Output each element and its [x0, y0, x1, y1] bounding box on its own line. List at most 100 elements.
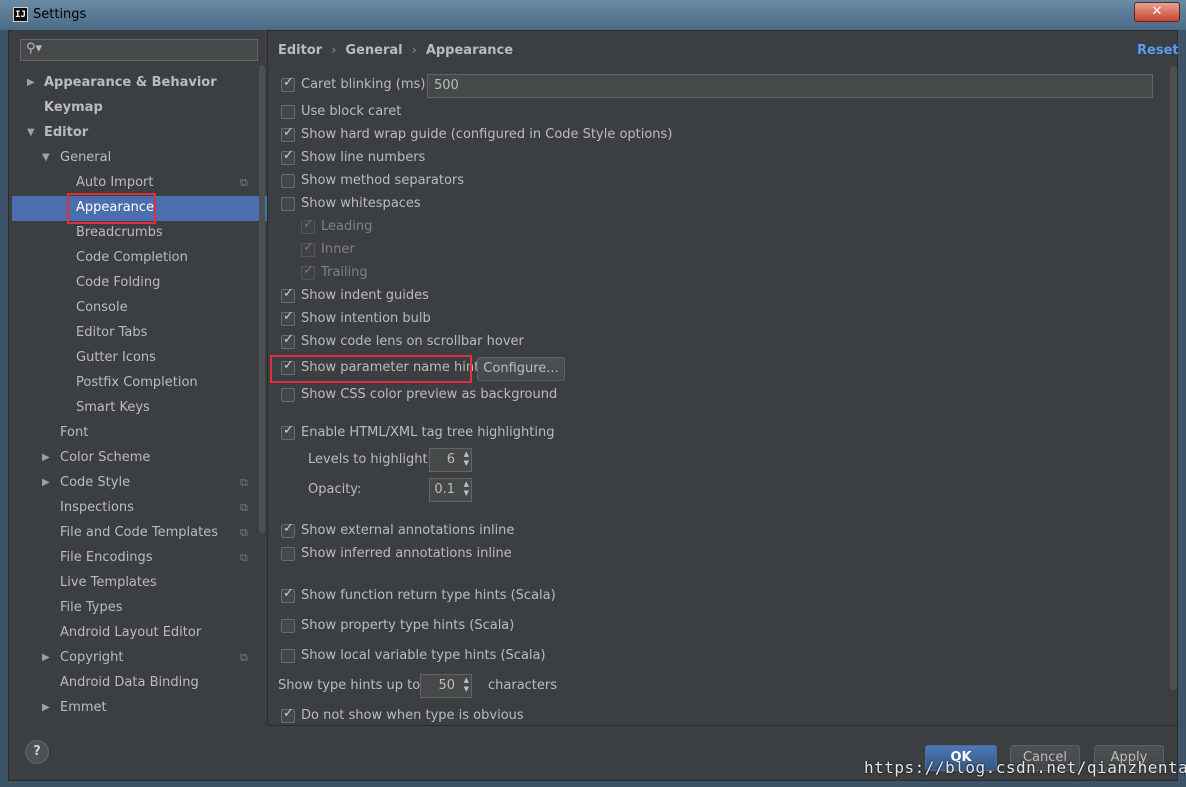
code-lens-checkbox[interactable] — [281, 332, 295, 349]
highlight-box-appearance — [67, 193, 156, 224]
sidebar-item-inspections[interactable]: Inspections — [60, 495, 134, 520]
characters-label: characters — [488, 678, 558, 693]
sidebar-item-android-layout-editor[interactable]: Android Layout Editor — [60, 620, 201, 645]
expanded-arrow-icon[interactable]: ▼ — [42, 145, 50, 170]
search-field[interactable] — [47, 40, 256, 60]
close-button[interactable]: ✕ — [1134, 2, 1180, 22]
levels-spinner[interactable]: 6 ▲ ▼ — [429, 448, 472, 472]
hard-wrap-checkbox[interactable] — [281, 125, 295, 142]
sidebar-item-auto-import[interactable]: Auto Import — [76, 170, 153, 195]
sidebar-item-editor[interactable]: Editor — [44, 120, 88, 145]
configure-button[interactable]: Configure... — [477, 357, 565, 381]
code-lens-label: Show code lens on scrollbar hover — [301, 334, 524, 349]
breadcrumb: Editor › General › Appearance — [278, 43, 513, 58]
css-color-checkbox[interactable] — [281, 388, 295, 402]
breadcrumb-separator: › — [411, 43, 417, 58]
sidebar-item-file-encodings[interactable]: File Encodings — [60, 545, 153, 570]
reset-link[interactable]: Reset — [1137, 43, 1179, 58]
opacity-spinner[interactable]: 0.1 ▲ ▼ — [429, 478, 472, 502]
breadcrumb-separator: › — [331, 43, 337, 58]
sidebar-item-code-folding[interactable]: Code Folding — [76, 270, 160, 295]
project-level-icon: ⧉ — [240, 551, 248, 564]
block-caret-checkbox[interactable] — [281, 105, 295, 119]
sidebar-item-appearance-behavior[interactable]: Appearance & Behavior — [44, 70, 217, 95]
sidebar-item-file-and-code-templates[interactable]: File and Code Templates — [60, 520, 218, 545]
sidebar-item-gutter-icons[interactable]: Gutter Icons — [76, 345, 156, 370]
search-input[interactable]: ⚲▾ — [20, 39, 258, 61]
sidebar-item-console[interactable]: Console — [76, 295, 128, 320]
help-icon[interactable]: ? — [25, 740, 49, 764]
collapsed-arrow-icon[interactable]: ▶ — [42, 445, 50, 470]
method-separators-label: Show method separators — [301, 173, 465, 188]
leading-label: Leading — [321, 219, 373, 234]
main-scrollbar[interactable] — [1170, 66, 1177, 690]
tag-tree-checkbox[interactable] — [281, 423, 295, 440]
sidebar-item-code-style[interactable]: Code Style — [60, 470, 130, 495]
search-icon: ⚲▾ — [26, 41, 43, 56]
sidebar-item-emmet[interactable]: Emmet — [60, 695, 107, 720]
sidebar-item-editor-tabs[interactable]: Editor Tabs — [76, 320, 147, 345]
intellij-app-icon: IJ — [13, 7, 28, 22]
caret-blinking-input[interactable]: 500 — [427, 74, 1153, 98]
method-separators-checkbox[interactable] — [281, 174, 295, 188]
collapsed-arrow-icon[interactable]: ▶ — [27, 70, 35, 95]
sidebar-item-file-types[interactable]: File Types — [60, 595, 123, 620]
intention-bulb-checkbox[interactable] — [281, 309, 295, 326]
spinner-arrows-icon[interactable]: ▲ ▼ — [464, 676, 469, 694]
local-var-hints-label: Show local variable type hints (Scala) — [301, 648, 546, 663]
property-hints-label: Show property type hints (Scala) — [301, 618, 515, 633]
caret-blinking-checkbox[interactable] — [281, 75, 295, 92]
title-bar: IJ Settings ✕ — [0, 0, 1186, 30]
collapsed-arrow-icon[interactable]: ▶ — [42, 645, 50, 670]
spinner-arrows-icon[interactable]: ▲ ▼ — [464, 480, 469, 498]
breadcrumb-appearance: Appearance — [425, 43, 514, 58]
collapsed-arrow-icon[interactable]: ▶ — [42, 470, 50, 495]
sidebar-item-color-scheme[interactable]: Color Scheme — [60, 445, 150, 470]
inner-label: Inner — [321, 242, 355, 257]
type-hints-up-to-label: Show type hints up to: — [278, 678, 425, 693]
line-numbers-checkbox[interactable] — [281, 148, 295, 165]
spinner-arrows-icon[interactable]: ▲ ▼ — [464, 450, 469, 468]
not-obvious-label: Do not show when type is obvious — [301, 708, 524, 723]
sidebar-item-postfix-completion[interactable]: Postfix Completion — [76, 370, 198, 395]
sidebar-item-keymap[interactable]: Keymap — [44, 95, 103, 120]
indent-guides-label: Show indent guides — [301, 288, 429, 303]
sidebar-item-smart-keys[interactable]: Smart Keys — [76, 395, 150, 420]
inferred-annotations-label: Show inferred annotations inline — [301, 546, 512, 561]
not-obvious-checkbox[interactable] — [281, 706, 295, 723]
ext-annotations-label: Show external annotations inline — [301, 523, 515, 538]
sidebar-item-general[interactable]: General — [60, 145, 111, 170]
local-var-hints-checkbox[interactable] — [281, 649, 295, 663]
trailing-label: Trailing — [321, 265, 368, 280]
hard-wrap-label: Show hard wrap guide (configured in Code… — [301, 127, 673, 142]
project-level-icon: ⧉ — [240, 501, 248, 514]
inferred-annotations-checkbox[interactable] — [281, 547, 295, 561]
sidebar-item-copyright[interactable]: Copyright — [60, 645, 124, 670]
line-numbers-label: Show line numbers — [301, 150, 426, 165]
opacity-value: 0.1 — [434, 482, 455, 497]
trailing-checkbox — [301, 263, 315, 280]
func-return-hints-checkbox[interactable] — [281, 586, 295, 603]
sidebar-item-live-templates[interactable]: Live Templates — [60, 570, 157, 595]
type-hints-spinner[interactable]: 50 ▲ ▼ — [420, 674, 472, 698]
project-level-icon: ⧉ — [240, 176, 248, 189]
levels-value: 6 — [446, 452, 455, 467]
expanded-arrow-icon[interactable]: ▼ — [27, 120, 35, 145]
property-hints-checkbox[interactable] — [281, 619, 295, 633]
collapsed-arrow-icon[interactable]: ▶ — [42, 695, 50, 720]
sidebar-item-android-data-binding[interactable]: Android Data Binding — [60, 670, 199, 695]
whitespaces-checkbox[interactable] — [281, 197, 295, 211]
sidebar-scrollbar[interactable] — [259, 65, 265, 533]
settings-window: IJ Settings ✕ ⚲▾ ▶ Appearance & Behavior K… — [0, 0, 1186, 787]
window-title: Settings — [33, 7, 87, 22]
sidebar-item-code-completion[interactable]: Code Completion — [76, 245, 188, 270]
block-caret-label: Use block caret — [301, 104, 402, 119]
leading-checkbox — [301, 217, 315, 234]
tag-tree-label: Enable HTML/XML tag tree highlighting — [301, 425, 555, 440]
splitter[interactable] — [267, 30, 268, 725]
project-level-icon: ⧉ — [240, 526, 248, 539]
sidebar-item-font[interactable]: Font — [60, 420, 88, 445]
ext-annotations-checkbox[interactable] — [281, 521, 295, 538]
indent-guides-checkbox[interactable] — [281, 286, 295, 303]
func-return-hints-label: Show function return type hints (Scala) — [301, 588, 556, 603]
